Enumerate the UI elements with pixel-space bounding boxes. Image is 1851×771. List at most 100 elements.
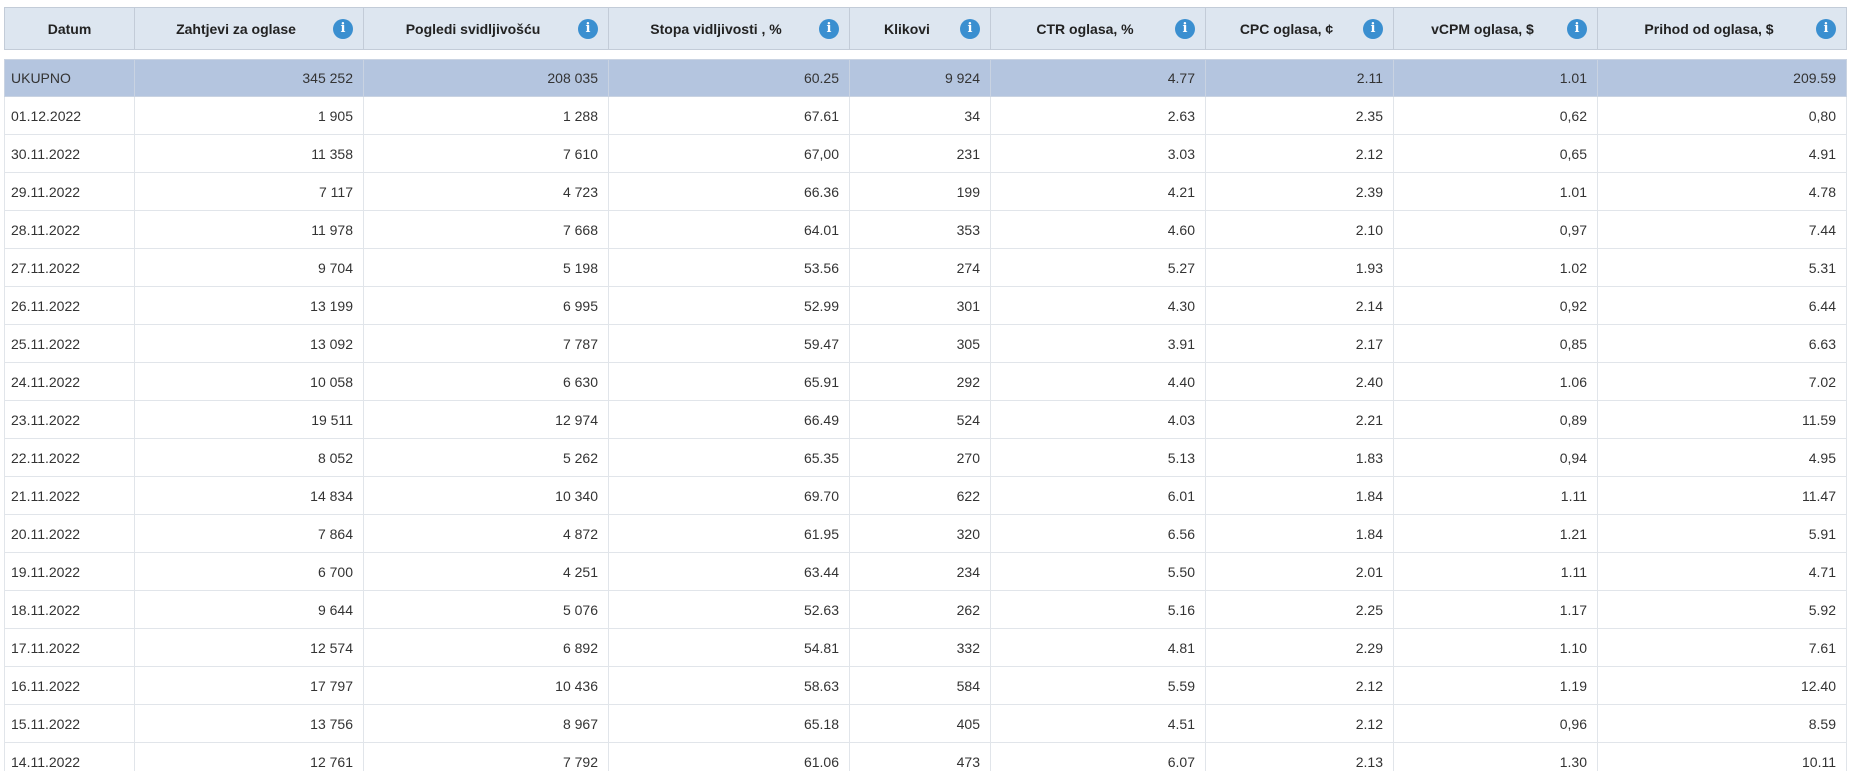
value-cell: 5.50 [990,552,1206,591]
value-cell: 3.03 [990,134,1206,173]
value-cell: 2.35 [1205,96,1394,135]
value-cell: 7 610 [363,134,609,173]
date-cell: 01.12.2022 [4,96,135,135]
info-icon[interactable]: i [1816,18,1836,39]
table-row: 23.11.2022 19 511 12 974 66.49 524 4.03 2.21 0,… [4,400,1847,439]
info-icon[interactable]: i [1567,18,1587,39]
value-cell: 13 199 [134,286,364,325]
info-icon[interactable]: i [578,18,598,39]
value-cell: 1.11 [1393,552,1598,591]
value-cell: 54.81 [608,628,850,667]
info-icon[interactable]: i [960,18,980,39]
value-cell: 234 [849,552,991,591]
table-row: 28.11.2022 11 978 7 668 64.01 353 4.60 2.10 0,9… [4,210,1847,249]
value-cell: 8 967 [363,704,609,743]
value-cell: 7.44 [1597,210,1847,249]
value-cell: 262 [849,590,991,629]
column-header-clicks[interactable]: Klikovi i [849,7,991,50]
value-cell: 0,96 [1393,704,1598,743]
value-cell: 4.30 [990,286,1206,325]
value-cell: 12 761 [134,742,364,771]
value-cell: 4.03 [990,400,1206,439]
header-row: Datum Zahtjevi za oglase i Pogledi svidljiv… [4,7,1847,50]
value-cell: 6 995 [363,286,609,325]
column-header-label: CPC oglasa, ¢ [1239,20,1334,37]
table-row: 26.11.2022 13 199 6 995 52.99 301 4.30 2.14 0,9… [4,286,1847,325]
value-cell: 9 644 [134,590,364,629]
value-cell: 6.07 [990,742,1206,771]
value-cell: 0,80 [1597,96,1847,135]
column-header-label: CTR oglasa, % [1036,20,1134,37]
date-cell: 23.11.2022 [4,400,135,439]
value-cell: 5.92 [1597,590,1847,629]
value-cell: 1.02 [1393,248,1598,287]
column-header-date[interactable]: Datum [4,7,135,50]
value-cell: 1.11 [1393,476,1598,515]
value-cell: 5.13 [990,438,1206,477]
table-row: 18.11.2022 9 644 5 076 52.63 262 5.16 2.25 1.17… [4,590,1847,629]
value-cell: 7 117 [134,172,364,211]
column-header-label: Klikovi [884,20,930,37]
value-cell: 1.21 [1393,514,1598,553]
value-cell: 2.21 [1205,400,1394,439]
value-cell: 59.47 [608,324,850,363]
column-header-revenue[interactable]: Prihod od oglasa, $ i [1597,7,1847,50]
value-cell: 2.14 [1205,286,1394,325]
value-cell: 67,00 [608,134,850,173]
table-row: 30.11.2022 11 358 7 610 67,00 231 3.03 2.12 0,6… [4,134,1847,173]
value-cell: 353 [849,210,991,249]
value-cell: 66.36 [608,172,850,211]
info-icon[interactable]: i [1175,18,1195,39]
value-cell: 2.12 [1205,704,1394,743]
ad-statistics-table: Datum Zahtjevi za oglase i Pogledi svidljiv… [4,7,1847,771]
column-header-viewable-views[interactable]: Pogledi svidljivošću i [363,7,609,50]
column-header-ctr[interactable]: CTR oglasa, % i [990,7,1206,50]
total-label: UKUPNO [4,59,135,97]
value-cell: 5.31 [1597,248,1847,287]
value-cell: 5 198 [363,248,609,287]
value-cell: 1.17 [1393,590,1598,629]
value-cell: 1 905 [134,96,364,135]
value-cell: 34 [849,96,991,135]
date-cell: 28.11.2022 [4,210,135,249]
value-cell: 17 797 [134,666,364,705]
info-icon[interactable]: i [1363,18,1383,39]
value-cell: 1.19 [1393,666,1598,705]
value-cell: 4.51 [990,704,1206,743]
value-cell: 0,94 [1393,438,1598,477]
value-cell: 12 574 [134,628,364,667]
column-header-ad-requests[interactable]: Zahtjevi za oglase i [134,7,364,50]
value-cell: 199 [849,172,991,211]
value-cell: 6 700 [134,552,364,591]
value-cell: 7 668 [363,210,609,249]
value-cell: 270 [849,438,991,477]
column-header-viewability-rate[interactable]: Stopa vidljivosti , % i [608,7,850,50]
info-icon[interactable]: i [333,18,353,39]
value-cell: 2.13 [1205,742,1394,771]
value-cell: 4.60 [990,210,1206,249]
value-cell: 19 511 [134,400,364,439]
value-cell: 4.40 [990,362,1206,401]
info-icon[interactable]: i [819,18,839,39]
value-cell: 208 035 [363,59,609,97]
column-header-vcpm[interactable]: vCPM oglasa, $ i [1393,7,1598,50]
value-cell: 5.16 [990,590,1206,629]
value-cell: 0,92 [1393,286,1598,325]
table-row: 17.11.2022 12 574 6 892 54.81 332 4.81 2.29 1.1… [4,628,1847,667]
value-cell: 524 [849,400,991,439]
value-cell: 274 [849,248,991,287]
value-cell: 2.10 [1205,210,1394,249]
column-header-cpc[interactable]: CPC oglasa, ¢ i [1205,7,1394,50]
value-cell: 2.40 [1205,362,1394,401]
value-cell: 0,62 [1393,96,1598,135]
table-row: 21.11.2022 14 834 10 340 69.70 622 6.01 1.84 1.… [4,476,1847,515]
value-cell: 6.63 [1597,324,1847,363]
value-cell: 64.01 [608,210,850,249]
table-row: 25.11.2022 13 092 7 787 59.47 305 3.91 2.17 0,8… [4,324,1847,363]
table-row: 24.11.2022 10 058 6 630 65.91 292 4.40 2.40 1.0… [4,362,1847,401]
value-cell: 12.40 [1597,666,1847,705]
date-cell: 18.11.2022 [4,590,135,629]
table-row: 01.12.2022 1 905 1 288 67.61 34 2.63 2.35 0,62 0… [4,96,1847,135]
table-row: 16.11.2022 17 797 10 436 58.63 584 5.59 2.12 1.… [4,666,1847,705]
value-cell: 67.61 [608,96,850,135]
